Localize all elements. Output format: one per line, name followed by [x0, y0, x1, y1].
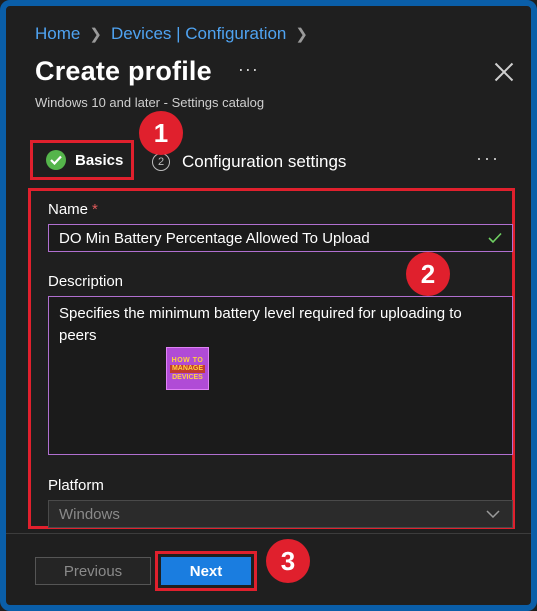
name-label-text: Name: [48, 201, 89, 218]
close-icon[interactable]: [494, 62, 514, 82]
checkmark-circle-icon: [46, 150, 66, 170]
name-label: Name *: [48, 201, 98, 218]
name-input-value: DO Min Battery Percentage Allowed To Upl…: [59, 230, 370, 247]
chevron-right-icon: ❯: [89, 26, 102, 43]
annotation-badge-2: 2: [406, 252, 450, 296]
description-value: Specifies the minimum battery level requ…: [59, 305, 462, 344]
tab-basics-label: Basics: [75, 151, 124, 169]
create-profile-pane: Home ❯ Devices | Configuration ❯ Create …: [6, 6, 531, 605]
platform-label: Platform: [48, 477, 104, 494]
breadcrumb: Home ❯ Devices | Configuration ❯: [35, 24, 317, 44]
window-frame: Home ❯ Devices | Configuration ❯ Create …: [0, 0, 537, 611]
watermark-line-2: MANAGE: [169, 364, 206, 373]
name-input[interactable]: DO Min Battery Percentage Allowed To Upl…: [48, 224, 513, 252]
page-subtitle: Windows 10 and later - Settings catalog: [35, 95, 265, 110]
previous-button[interactable]: Previous: [35, 557, 151, 585]
chevron-down-icon: [486, 510, 500, 518]
description-textarea[interactable]: Specifies the minimum battery level requ…: [48, 296, 513, 455]
tab-configuration-settings-label: Configuration settings: [182, 152, 347, 171]
platform-value: Windows: [59, 506, 120, 523]
platform-select[interactable]: Windows: [48, 500, 513, 528]
watermark-logo: HOW TO MANAGE DEVICES: [166, 347, 209, 390]
required-marker: *: [92, 201, 98, 218]
description-label: Description: [48, 273, 124, 290]
basics-form: Name * DO Min Battery Percentage Allowed …: [28, 188, 515, 529]
watermark-line-1: HOW TO: [171, 356, 204, 364]
next-button[interactable]: Next: [161, 557, 251, 585]
more-tabs-icon[interactable]: ···: [476, 148, 500, 169]
step-number-icon: 2: [152, 153, 170, 171]
annotation-badge-1: 1: [139, 111, 183, 155]
more-options-icon[interactable]: ···: [238, 59, 259, 80]
chevron-right-icon: ❯: [295, 26, 308, 43]
tab-configuration-settings[interactable]: 2 Configuration settings: [152, 152, 346, 172]
page-title: Create profile: [35, 56, 212, 86]
valid-check-icon: [488, 232, 502, 244]
footer-divider: [6, 533, 531, 534]
title-row: Create profile ···: [35, 56, 259, 87]
breadcrumb-home[interactable]: Home: [35, 24, 80, 44]
next-button-highlight: Next: [155, 551, 257, 591]
breadcrumb-devices-configuration[interactable]: Devices | Configuration: [111, 24, 286, 44]
annotation-badge-3: 3: [266, 539, 310, 583]
tab-basics[interactable]: Basics: [30, 140, 134, 180]
watermark-line-3: DEVICES: [172, 373, 203, 381]
